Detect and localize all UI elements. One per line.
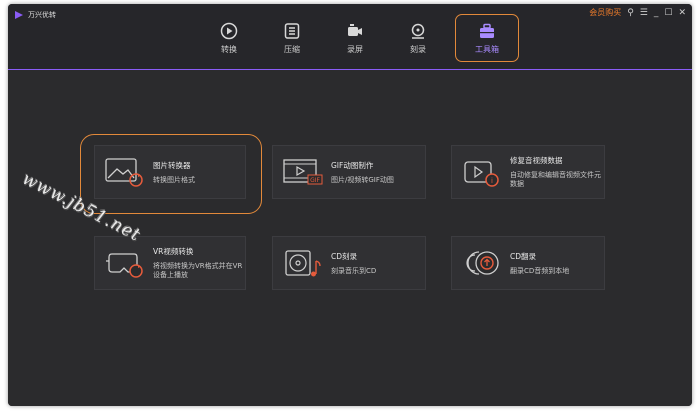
tab-record-label: 录屏 bbox=[347, 45, 363, 54]
app-window: 万兴优转 会员购买 ⚲ ☰ _ ☐ ✕ 转换 压缩 录屏 刻录 工具箱 图片转换… bbox=[8, 4, 692, 406]
metadata-fix-icon: i bbox=[464, 161, 499, 187]
tool-cd-burn[interactable]: CD刻录 刻录音乐到CD bbox=[272, 236, 426, 290]
gif-maker-icon: GIF bbox=[283, 159, 323, 185]
tool-image-converter[interactable]: 图片转换器 转换图片格式 bbox=[94, 145, 246, 199]
compress-icon bbox=[284, 23, 300, 39]
member-purchase-link[interactable]: 会员购买 bbox=[589, 7, 621, 18]
logo-icon bbox=[15, 11, 23, 19]
menu-icon[interactable]: ☰ bbox=[640, 8, 648, 18]
tab-convert-label: 转换 bbox=[221, 45, 237, 54]
title-bar: 万兴优转 会员购买 ⚲ ☰ _ ☐ ✕ 转换 压缩 录屏 刻录 工具箱 bbox=[8, 4, 692, 70]
toolbox-icon bbox=[480, 23, 494, 38]
tool-desc: 转换图片格式 bbox=[153, 175, 195, 184]
tab-compress-label: 压缩 bbox=[284, 45, 300, 54]
tab-burn[interactable]: 刻录 bbox=[388, 22, 448, 64]
cd-burn-icon bbox=[285, 250, 321, 277]
convert-icon bbox=[220, 22, 238, 40]
tool-desc: 翻录CD音频到本地 bbox=[510, 266, 570, 275]
tool-gif-maker[interactable]: GIF GIF动图制作 图片/视频转GIF动图 bbox=[272, 145, 426, 199]
tab-convert[interactable]: 转换 bbox=[199, 22, 259, 64]
vr-convert-icon bbox=[106, 253, 143, 278]
close-button[interactable]: ✕ bbox=[678, 8, 686, 18]
toolbox-panel: 图片转换器 转换图片格式 GIF GIF动图制作 图片/视频转GIF动图 i 修… bbox=[8, 71, 692, 406]
tool-title: GIF动图制作 bbox=[331, 160, 374, 170]
maximize-button[interactable]: ☐ bbox=[664, 8, 672, 18]
tool-desc: 自动修复和编辑音视频文件元数据 bbox=[510, 171, 601, 188]
tool-desc: 刻录音乐到CD bbox=[331, 266, 377, 275]
tab-toolbox[interactable]: 工具箱 bbox=[457, 22, 517, 64]
tool-title: 图片转换器 bbox=[153, 160, 191, 170]
minimize-button[interactable]: _ bbox=[654, 8, 659, 18]
tab-record[interactable]: 录屏 bbox=[325, 22, 385, 64]
tool-cd-rip[interactable]: CD翻录 翻录CD音频到本地 bbox=[451, 236, 605, 290]
search-icon[interactable]: ⚲ bbox=[627, 8, 634, 18]
tool-title: CD刻录 bbox=[331, 251, 358, 261]
window-controls: 会员购买 ⚲ ☰ _ ☐ ✕ bbox=[589, 7, 686, 18]
tool-title: CD翻录 bbox=[510, 251, 537, 261]
cd-rip-icon bbox=[466, 251, 499, 275]
burn-icon bbox=[411, 23, 425, 39]
svg-text:GIF: GIF bbox=[310, 177, 320, 184]
record-icon bbox=[348, 24, 362, 36]
app-logo: 万兴优转 bbox=[14, 10, 56, 20]
tool-desc: 将视频转换为VR格式并在VR设备上播放 bbox=[153, 262, 243, 279]
tool-vr-converter[interactable]: VR视频转换 将视频转换为VR格式并在VR设备上播放 bbox=[94, 236, 246, 290]
tool-title: 修复音视频数据 bbox=[510, 156, 563, 165]
tool-title: VR视频转换 bbox=[153, 247, 194, 256]
tool-fix-metadata[interactable]: i 修复音视频数据 自动修复和编辑音视频文件元数据 bbox=[451, 145, 605, 199]
svg-text:i: i bbox=[491, 177, 493, 185]
tab-toolbox-label: 工具箱 bbox=[475, 45, 499, 54]
tool-desc: 图片/视频转GIF动图 bbox=[331, 175, 394, 184]
tab-compress[interactable]: 压缩 bbox=[262, 22, 322, 64]
app-title: 万兴优转 bbox=[28, 11, 56, 19]
image-convert-icon bbox=[105, 158, 143, 187]
tab-burn-label: 刻录 bbox=[410, 45, 426, 54]
